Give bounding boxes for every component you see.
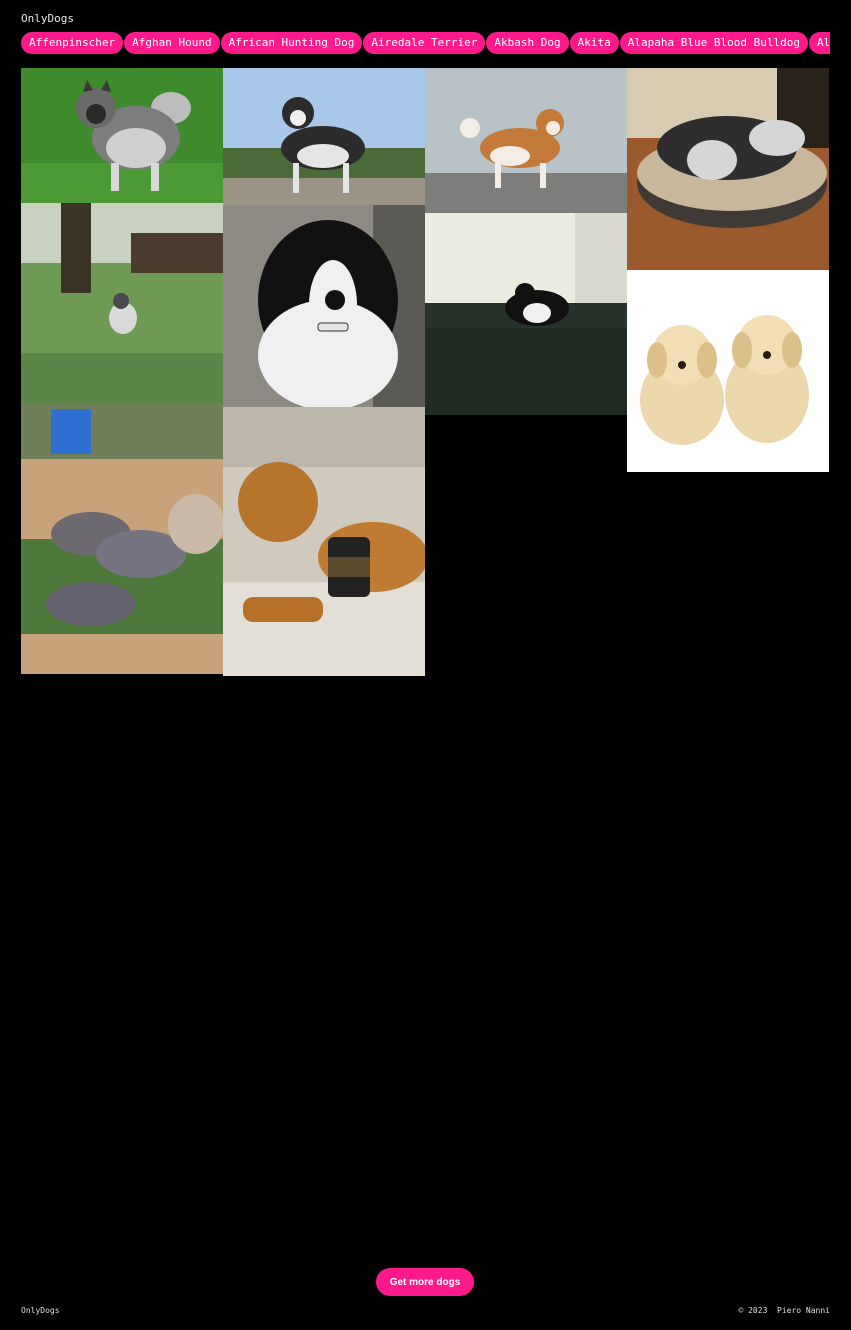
get-more-dogs-button[interactable]: Get more dogs	[376, 1268, 474, 1296]
gallery-column	[21, 68, 223, 674]
dog-photo-keeshond[interactable]	[21, 68, 223, 203]
breed-chip-african-hunting-dog[interactable]: African Hunting Dog	[220, 32, 363, 54]
breed-chip-afghan-hound[interactable]: Afghan Hound	[124, 32, 220, 54]
breed-chip-alaskan-husky[interactable]: Alaskan Husky	[808, 32, 830, 54]
breed-chip-airedale-terrier[interactable]: Airedale Terrier	[363, 32, 486, 54]
breed-chip-akbash-dog[interactable]: Akbash Dog	[486, 32, 569, 54]
dog-photo-pitbull-puppies[interactable]	[21, 404, 223, 674]
dog-photo-border-collie-sofa[interactable]	[425, 213, 627, 415]
footer-brand: OnlyDogs	[21, 1306, 60, 1315]
dog-photo-dog-with-jar[interactable]	[223, 407, 425, 676]
dog-photo-shih-tzu[interactable]	[627, 68, 829, 270]
gallery-column	[223, 68, 425, 676]
dog-photo-labrador-puppies[interactable]	[627, 270, 829, 472]
breed-chip-affenpinscher[interactable]: Affenpinscher	[21, 32, 124, 54]
gallery-column	[627, 68, 829, 472]
breed-chip-akita[interactable]: Akita	[569, 32, 619, 54]
breed-chip-alapaha-blue-blood-bulldog[interactable]: Alapaha Blue Blood Bulldog	[619, 32, 808, 54]
gallery-column	[425, 68, 627, 415]
dog-photo-akita[interactable]	[425, 68, 627, 213]
dog-photo-sheltie[interactable]	[21, 203, 223, 404]
breed-filter-bar[interactable]: Affenpinscher Afghan Hound African Hunting…	[21, 32, 830, 54]
dog-photo-gallery	[21, 68, 830, 678]
dog-photo-husky[interactable]	[223, 68, 425, 205]
dog-photo-border-collie-closeup[interactable]	[223, 205, 425, 407]
site-logo[interactable]: OnlyDogs	[21, 12, 74, 25]
footer-copyright: © 2023 Piero Nanni	[738, 1306, 830, 1315]
